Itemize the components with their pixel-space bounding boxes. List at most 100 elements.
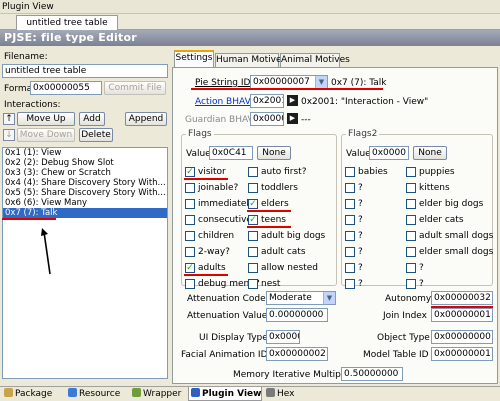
move-up-icon[interactable]: ↑ bbox=[3, 113, 15, 125]
tab-resource[interactable]: Resource bbox=[66, 387, 120, 401]
filename-input[interactable]: untitled tree table bbox=[2, 64, 168, 78]
checkbox-elder-big-dogs[interactable] bbox=[406, 199, 416, 209]
checkbox-unknown[interactable] bbox=[345, 231, 355, 241]
checkbox-joinable[interactable] bbox=[185, 183, 195, 193]
move-down-icon[interactable]: ↓ bbox=[3, 129, 15, 141]
checkbox-consecutive[interactable] bbox=[185, 215, 195, 225]
attenuation-code-select[interactable]: Moderate ▼ bbox=[266, 291, 336, 305]
checkbox-puppies[interactable] bbox=[406, 167, 416, 177]
visitor-underline bbox=[184, 178, 228, 180]
checkbox-adult-cats[interactable] bbox=[248, 247, 258, 257]
attenuation-value-input[interactable]: 0.00000000 bbox=[266, 308, 328, 322]
checkbox-unknown[interactable] bbox=[345, 199, 355, 209]
checkbox-auto-first[interactable] bbox=[248, 167, 258, 177]
action-bhav-link[interactable]: Action BHAV bbox=[195, 97, 251, 107]
checkbox-label: ? bbox=[358, 183, 363, 193]
tab-package[interactable]: Package bbox=[2, 387, 52, 401]
tab-label: Package bbox=[15, 389, 53, 399]
memory-multiplier-input[interactable]: 0.50000000 bbox=[341, 367, 403, 381]
checkbox-label: teens bbox=[261, 215, 286, 225]
checkbox-label: elder big dogs bbox=[419, 199, 484, 209]
checkbox-label: ? bbox=[358, 231, 363, 241]
play-icon[interactable]: ▶ bbox=[287, 95, 298, 106]
move-up-button[interactable]: Move Up bbox=[17, 112, 75, 126]
action-bhav-input[interactable]: 0x2001 bbox=[250, 94, 284, 108]
commit-file-button[interactable]: Commit File bbox=[104, 81, 166, 95]
flags-value-input[interactable]: 0x0C41 bbox=[209, 146, 253, 160]
model-table-input[interactable]: 0x00000001 bbox=[431, 347, 493, 361]
chevron-down-icon[interactable]: ▼ bbox=[315, 76, 327, 88]
interactions-label: Interactions: bbox=[4, 100, 61, 110]
checkbox-nest[interactable] bbox=[248, 279, 258, 289]
checkbox-label: adult small dogs bbox=[419, 231, 494, 241]
autonomy-input[interactable]: 0x00000032 bbox=[431, 291, 493, 305]
checkbox-allow-nested[interactable] bbox=[248, 263, 258, 273]
checkbox-unknown[interactable] bbox=[345, 183, 355, 193]
checkbox-label: children bbox=[198, 231, 235, 241]
flags2-value-label: Value bbox=[346, 149, 371, 159]
checkbox-kittens[interactable] bbox=[406, 183, 416, 193]
ui-display-type-input[interactable]: 0x0000 bbox=[266, 330, 300, 344]
checkbox-adult-small-dogs[interactable] bbox=[406, 231, 416, 241]
checkbox-adult-big-dogs[interactable] bbox=[248, 231, 258, 241]
checkbox-teens[interactable]: ✓ bbox=[248, 215, 258, 225]
checkbox-unknown[interactable] bbox=[345, 247, 355, 257]
list-item[interactable]: 0x5 (5): Share Discovery Story With... bbox=[3, 188, 167, 198]
add-button[interactable]: Add bbox=[79, 112, 105, 126]
list-item-selected[interactable]: 0x7 (7): Talk bbox=[3, 208, 167, 218]
checkbox-children[interactable] bbox=[185, 231, 195, 241]
tab-settings[interactable]: Settings bbox=[174, 50, 214, 67]
pie-string-select[interactable]: 0x00000007 ▼ bbox=[250, 75, 328, 89]
checkbox-unknown[interactable] bbox=[345, 279, 355, 289]
autonomy-label: Autonomy bbox=[385, 294, 432, 304]
guardian-bhav-label: Guardian BHAV bbox=[185, 115, 254, 125]
checkbox-debug-menu[interactable] bbox=[185, 279, 195, 289]
checkbox-babies[interactable] bbox=[345, 167, 355, 177]
action-bhav-desc: 0x2001: "Interaction - View" bbox=[301, 97, 429, 107]
append-button[interactable]: Append bbox=[125, 112, 167, 126]
checkbox-elder-small-dogs[interactable] bbox=[406, 247, 416, 257]
object-type-input[interactable]: 0x00000000 bbox=[431, 330, 493, 344]
guardian-bhav-input[interactable]: 0x0000 bbox=[250, 112, 284, 126]
checkbox-elder-cats[interactable] bbox=[406, 215, 416, 225]
flags2-value-input[interactable]: 0x0000 bbox=[369, 146, 409, 160]
interactions-list[interactable]: 0x1 (1): View 0x2 (2): Debug Show Slot 0… bbox=[2, 147, 168, 379]
tab-plugin-view[interactable]: Plugin View bbox=[188, 387, 263, 401]
checkbox-label: joinable? bbox=[198, 183, 239, 193]
join-index-input[interactable]: 0x00000001 bbox=[431, 308, 493, 322]
list-item[interactable]: 0x4 (4): Share Discovery Story With... bbox=[3, 178, 167, 188]
facial-animation-input[interactable]: 0x00000002 bbox=[266, 347, 328, 361]
flags-none-button[interactable]: None bbox=[257, 146, 291, 160]
checkbox-unknown[interactable] bbox=[345, 263, 355, 273]
checkbox-label: elder small dogs bbox=[419, 247, 494, 257]
checkbox-unknown[interactable] bbox=[406, 279, 416, 289]
list-item[interactable]: 0x6 (6): View Many bbox=[3, 198, 167, 208]
selected-underline bbox=[2, 218, 56, 220]
tab-hex[interactable]: Hex bbox=[264, 387, 294, 401]
checkbox-label: ? bbox=[419, 279, 424, 289]
format-input[interactable]: 0x00000055 bbox=[30, 81, 102, 95]
checkbox-unknown[interactable] bbox=[406, 263, 416, 273]
move-down-button[interactable]: Move Down bbox=[17, 128, 75, 142]
checkbox-visitor[interactable]: ✓ bbox=[185, 167, 195, 177]
flags2-none-button[interactable]: None bbox=[413, 146, 447, 160]
checkbox-unknown[interactable] bbox=[345, 215, 355, 225]
checkbox-label: ? bbox=[358, 263, 363, 273]
document-tab[interactable]: untitled tree table bbox=[16, 15, 118, 30]
checkbox-toddlers[interactable] bbox=[248, 183, 258, 193]
tab-animal-motives[interactable]: Animal Motives bbox=[280, 53, 350, 67]
checkbox-label: elder cats bbox=[419, 215, 464, 225]
tab-human-motives[interactable]: Human Motives bbox=[215, 53, 286, 67]
play-icon[interactable]: ▶ bbox=[287, 113, 298, 124]
checkbox-2-way[interactable] bbox=[185, 247, 195, 257]
list-item[interactable]: 0x2 (2): Debug Show Slot bbox=[3, 158, 167, 168]
chevron-down-icon[interactable]: ▼ bbox=[323, 292, 335, 304]
delete-button[interactable]: Delete bbox=[79, 128, 113, 142]
list-item[interactable]: 0x1 (1): View bbox=[3, 148, 167, 158]
checkbox-adults[interactable]: ✓ bbox=[185, 263, 195, 273]
teens-underline bbox=[247, 226, 291, 228]
list-item[interactable]: 0x3 (3): Chew or Scratch bbox=[3, 168, 167, 178]
tab-wrapper[interactable]: Wrapper bbox=[130, 387, 181, 401]
checkbox-elders[interactable]: ✓ bbox=[248, 199, 258, 209]
checkbox-immediately[interactable] bbox=[185, 199, 195, 209]
